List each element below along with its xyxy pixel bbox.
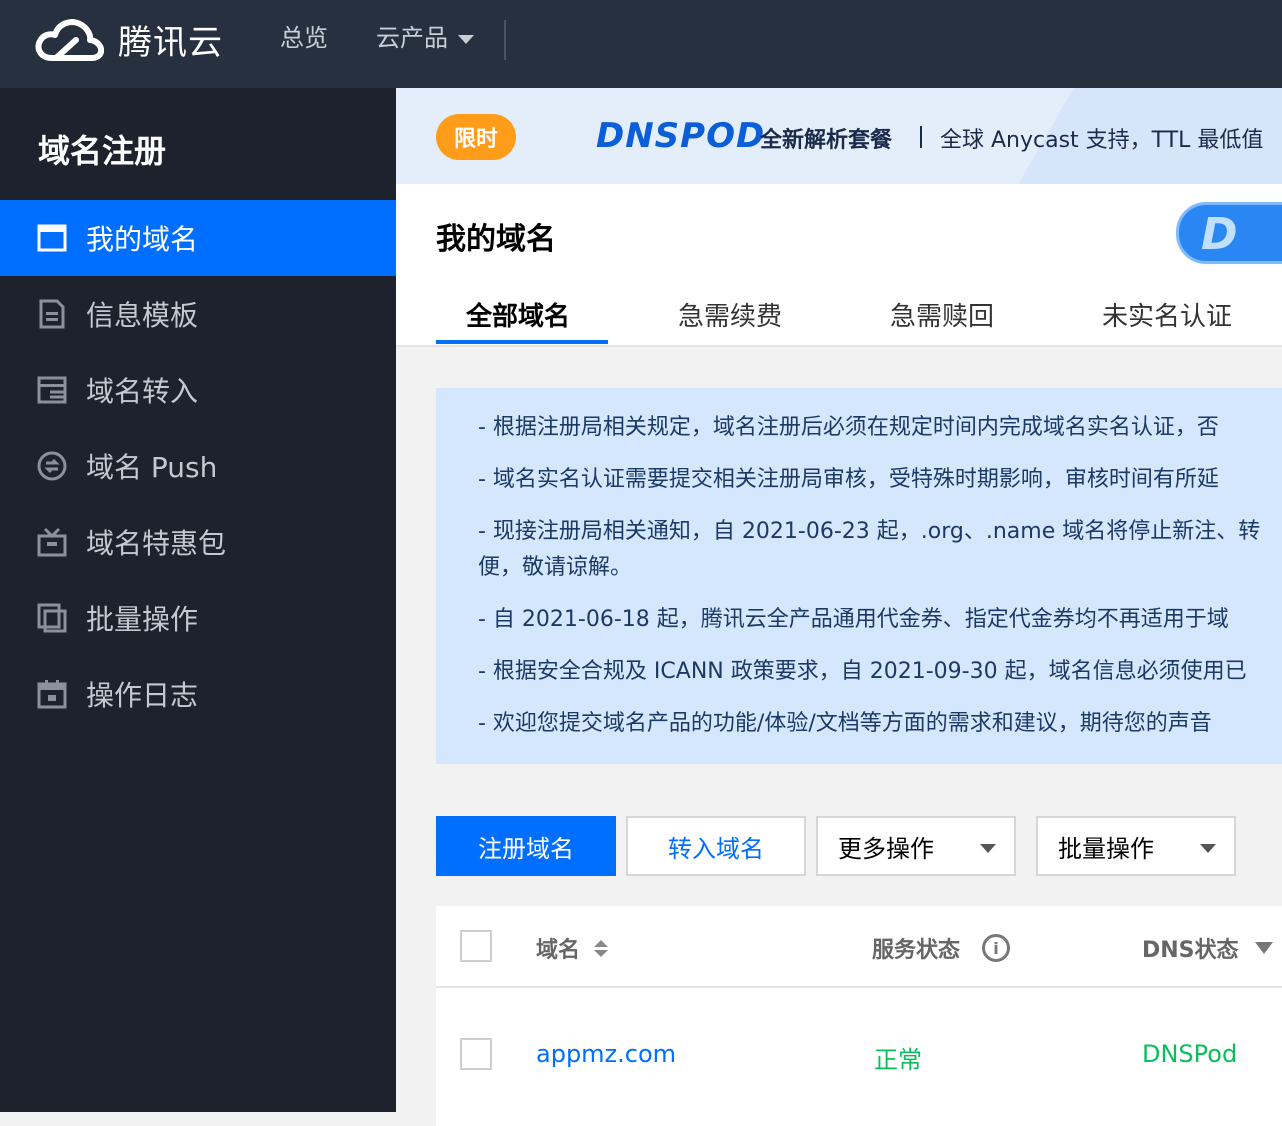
select-all-checkbox[interactable] (460, 930, 492, 962)
gift-icon (37, 527, 67, 557)
caret-down-icon (980, 844, 996, 853)
notice-line: - 根据安全合规及 ICANN 政策要求，自 2021-09-30 起，域名信息… (478, 659, 1247, 684)
more-actions-dropdown[interactable]: 更多操作 (816, 816, 1016, 876)
column-dns: DNS状态 (1142, 932, 1273, 964)
limited-badge: 限时 (436, 114, 516, 160)
main-content: 限时 DNSPOD 全新解析套餐 全球 Anycast 支持，TTL 最低值 我… (396, 88, 1282, 1126)
document-icon (39, 299, 65, 329)
info-icon[interactable]: i (982, 934, 1011, 962)
active-tab-indicator (436, 340, 608, 344)
notice-line: - 域名实名认证需要提交相关注册局审核，受特殊时期影响，审核时间有所延 (478, 467, 1219, 492)
filter-icon[interactable] (1254, 942, 1273, 954)
notice-line: 便，敬请谅解。 (478, 555, 633, 580)
sidebar-item-label: 操作日志 (86, 679, 199, 712)
copy-icon (37, 603, 67, 633)
nav-products-label: 云产品 (376, 24, 448, 52)
notice-line: - 现接注册局相关通知，自 2021-06-23 起，.org、.name 域名… (478, 519, 1261, 544)
dnspod-logo: DNSPOD (596, 116, 766, 156)
sidebar-item-logs[interactable]: 操作日志 (0, 656, 396, 732)
batch-actions-label: 批量操作 (1058, 834, 1154, 863)
calendar-icon (37, 680, 67, 709)
tab-redeem-needed[interactable]: 急需赎回 (890, 296, 994, 333)
register-domain-button[interactable]: 注册域名 (436, 816, 616, 876)
banner-title: 全新解析套餐 (760, 128, 893, 153)
domain-link[interactable]: appmz.com (536, 1040, 676, 1068)
page-title: 我的域名 (436, 222, 556, 257)
notice-box: - 根据注册局相关规定，域名注册后必须在规定时间内完成域名实名认证，否 - 域名… (436, 388, 1282, 764)
notice-line: - 根据注册局相关规定，域名注册后必须在规定时间内完成域名实名认证，否 (478, 415, 1219, 440)
sidebar-item-my-domains[interactable]: 我的域名 (0, 200, 396, 276)
dns-status-text: DNSPod (1142, 1040, 1238, 1068)
nav-overview[interactable]: 总览 (280, 22, 328, 54)
promo-pill-button[interactable]: D (1176, 202, 1282, 264)
cloud-logo-icon (35, 19, 104, 61)
banner-separator (920, 126, 922, 148)
column-domain-label: 域名 (536, 938, 581, 963)
sidebar-item-bundle[interactable]: 域名特惠包 (0, 504, 396, 580)
batch-actions-dropdown[interactable]: 批量操作 (1036, 816, 1236, 876)
sidebar-item-batch[interactable]: 批量操作 (0, 580, 396, 656)
top-navigation-bar: 腾讯云 总览 云产品 (0, 0, 1282, 88)
dnspod-d-icon: D (1201, 209, 1238, 260)
nav-divider (504, 20, 506, 60)
nav-products-dropdown[interactable]: 云产品 (376, 22, 474, 54)
notice-line: - 自 2021-06-18 起，腾讯云全产品通用代金券、指定代金券均不再适用于… (478, 607, 1229, 632)
push-icon (37, 451, 67, 481)
sort-icon[interactable] (594, 939, 609, 957)
tab-all-domains[interactable]: 全部域名 (466, 296, 570, 333)
page-header: 我的域名 D 全部域名 急需续费 急需赎回 未实名认证 (396, 184, 1282, 347)
sidebar-title: 域名注册 (38, 132, 167, 170)
transfer-in-button[interactable]: 转入域名 (626, 816, 806, 876)
sidebar-item-push[interactable]: 域名 Push (0, 428, 396, 504)
column-status-label: 服务状态 (872, 938, 961, 963)
notice-line: - 欢迎您提交域名产品的功能/体验/文档等方面的需求和建议，期待您的声音 (478, 711, 1212, 736)
sidebar-item-label: 信息模板 (86, 299, 199, 332)
sidebar-item-label: 域名 Push (86, 451, 218, 484)
domain-table: 域名 服务状态 i DNS状态 appmz.com 正常 DNSPod (436, 906, 1282, 1126)
column-dns-label: DNS状态 (1142, 938, 1239, 963)
tab-unverified[interactable]: 未实名认证 (1102, 296, 1232, 333)
promo-banner[interactable]: 限时 DNSPOD 全新解析套餐 全球 Anycast 支持，TTL 最低值 (396, 88, 1282, 184)
table-header: 域名 服务状态 i DNS状态 (436, 906, 1282, 988)
tab-renewal-needed[interactable]: 急需续费 (678, 296, 782, 333)
column-domain[interactable]: 域名 (536, 932, 609, 964)
sidebar-item-label: 批量操作 (86, 603, 199, 636)
sidebar-item-info-template[interactable]: 信息模板 (0, 276, 396, 352)
row-checkbox[interactable] (460, 1038, 492, 1070)
sidebar-item-label: 域名特惠包 (86, 527, 227, 560)
sidebar: 域名注册 我的域名 信息模板 域名转入 域名 Push 域名特惠包 批量操作 操… (0, 88, 396, 1112)
status-text: 正常 (874, 1046, 922, 1074)
banner-description: 全球 Anycast 支持，TTL 最低值 (940, 128, 1264, 153)
more-actions-label: 更多操作 (838, 834, 934, 863)
caret-down-icon (1200, 844, 1216, 853)
sidebar-item-label: 域名转入 (86, 375, 199, 408)
sidebar-item-transfer-in[interactable]: 域名转入 (0, 352, 396, 428)
brand-name: 腾讯云 (118, 22, 223, 63)
caret-down-icon (458, 34, 474, 44)
brand-logo[interactable]: 腾讯云 (34, 14, 223, 64)
sidebar-item-label: 我的域名 (86, 223, 199, 256)
column-status: 服务状态 i (872, 932, 1011, 964)
transfer-icon (37, 376, 67, 404)
window-icon (37, 224, 67, 252)
